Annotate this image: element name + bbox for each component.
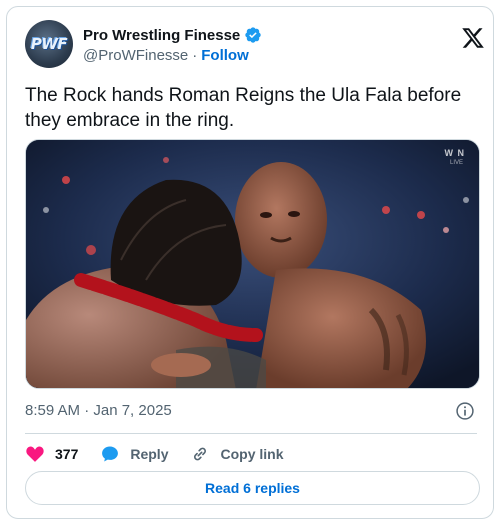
avatar[interactable]: PWF [25,20,73,68]
info-icon[interactable] [455,401,475,421]
heart-icon [26,446,44,462]
tweet-actions: 377 Reply Copy link [25,439,306,469]
tweet-card: PWF Pro Wrestling Finesse @ProWFinesse ·… [6,6,494,519]
like-count: 377 [55,446,79,462]
read-replies-button[interactable]: Read 6 replies [25,471,480,505]
name-row: Pro Wrestling Finesse [83,25,262,45]
display-name[interactable]: Pro Wrestling Finesse [83,27,240,44]
reply-label: Reply [130,446,169,462]
avatar-logo: PWF [30,35,68,53]
x-logo-icon[interactable] [461,26,485,50]
tweet-header: PWF Pro Wrestling Finesse @ProWFinesse ·… [25,20,485,70]
follow-button[interactable]: Follow [201,47,249,64]
handle-row: @ProWFinesse · Follow [83,47,249,64]
link-icon [194,447,207,461]
copy-link-button[interactable]: Copy link [190,444,284,464]
tweet-media-image[interactable]: W N LIVE [25,139,480,389]
separator-dot: · [192,47,198,64]
tweet-timestamp[interactable]: 8:59 AM · Jan 7, 2025 [25,402,172,419]
media-illustration [26,140,479,388]
divider [25,433,477,434]
verified-badge-icon [245,27,261,43]
handle[interactable]: @ProWFinesse [83,47,188,64]
like-button[interactable]: 377 [25,444,78,464]
reply-button[interactable]: Reply [100,444,168,464]
broadcast-watermark: W N [444,148,465,158]
broadcast-watermark-sub: LIVE [449,160,463,166]
copy-link-label: Copy link [220,446,284,462]
tweet-text: The Rock hands Roman Reigns the Ula Fala… [25,85,462,131]
reply-bubble-icon [102,446,119,462]
